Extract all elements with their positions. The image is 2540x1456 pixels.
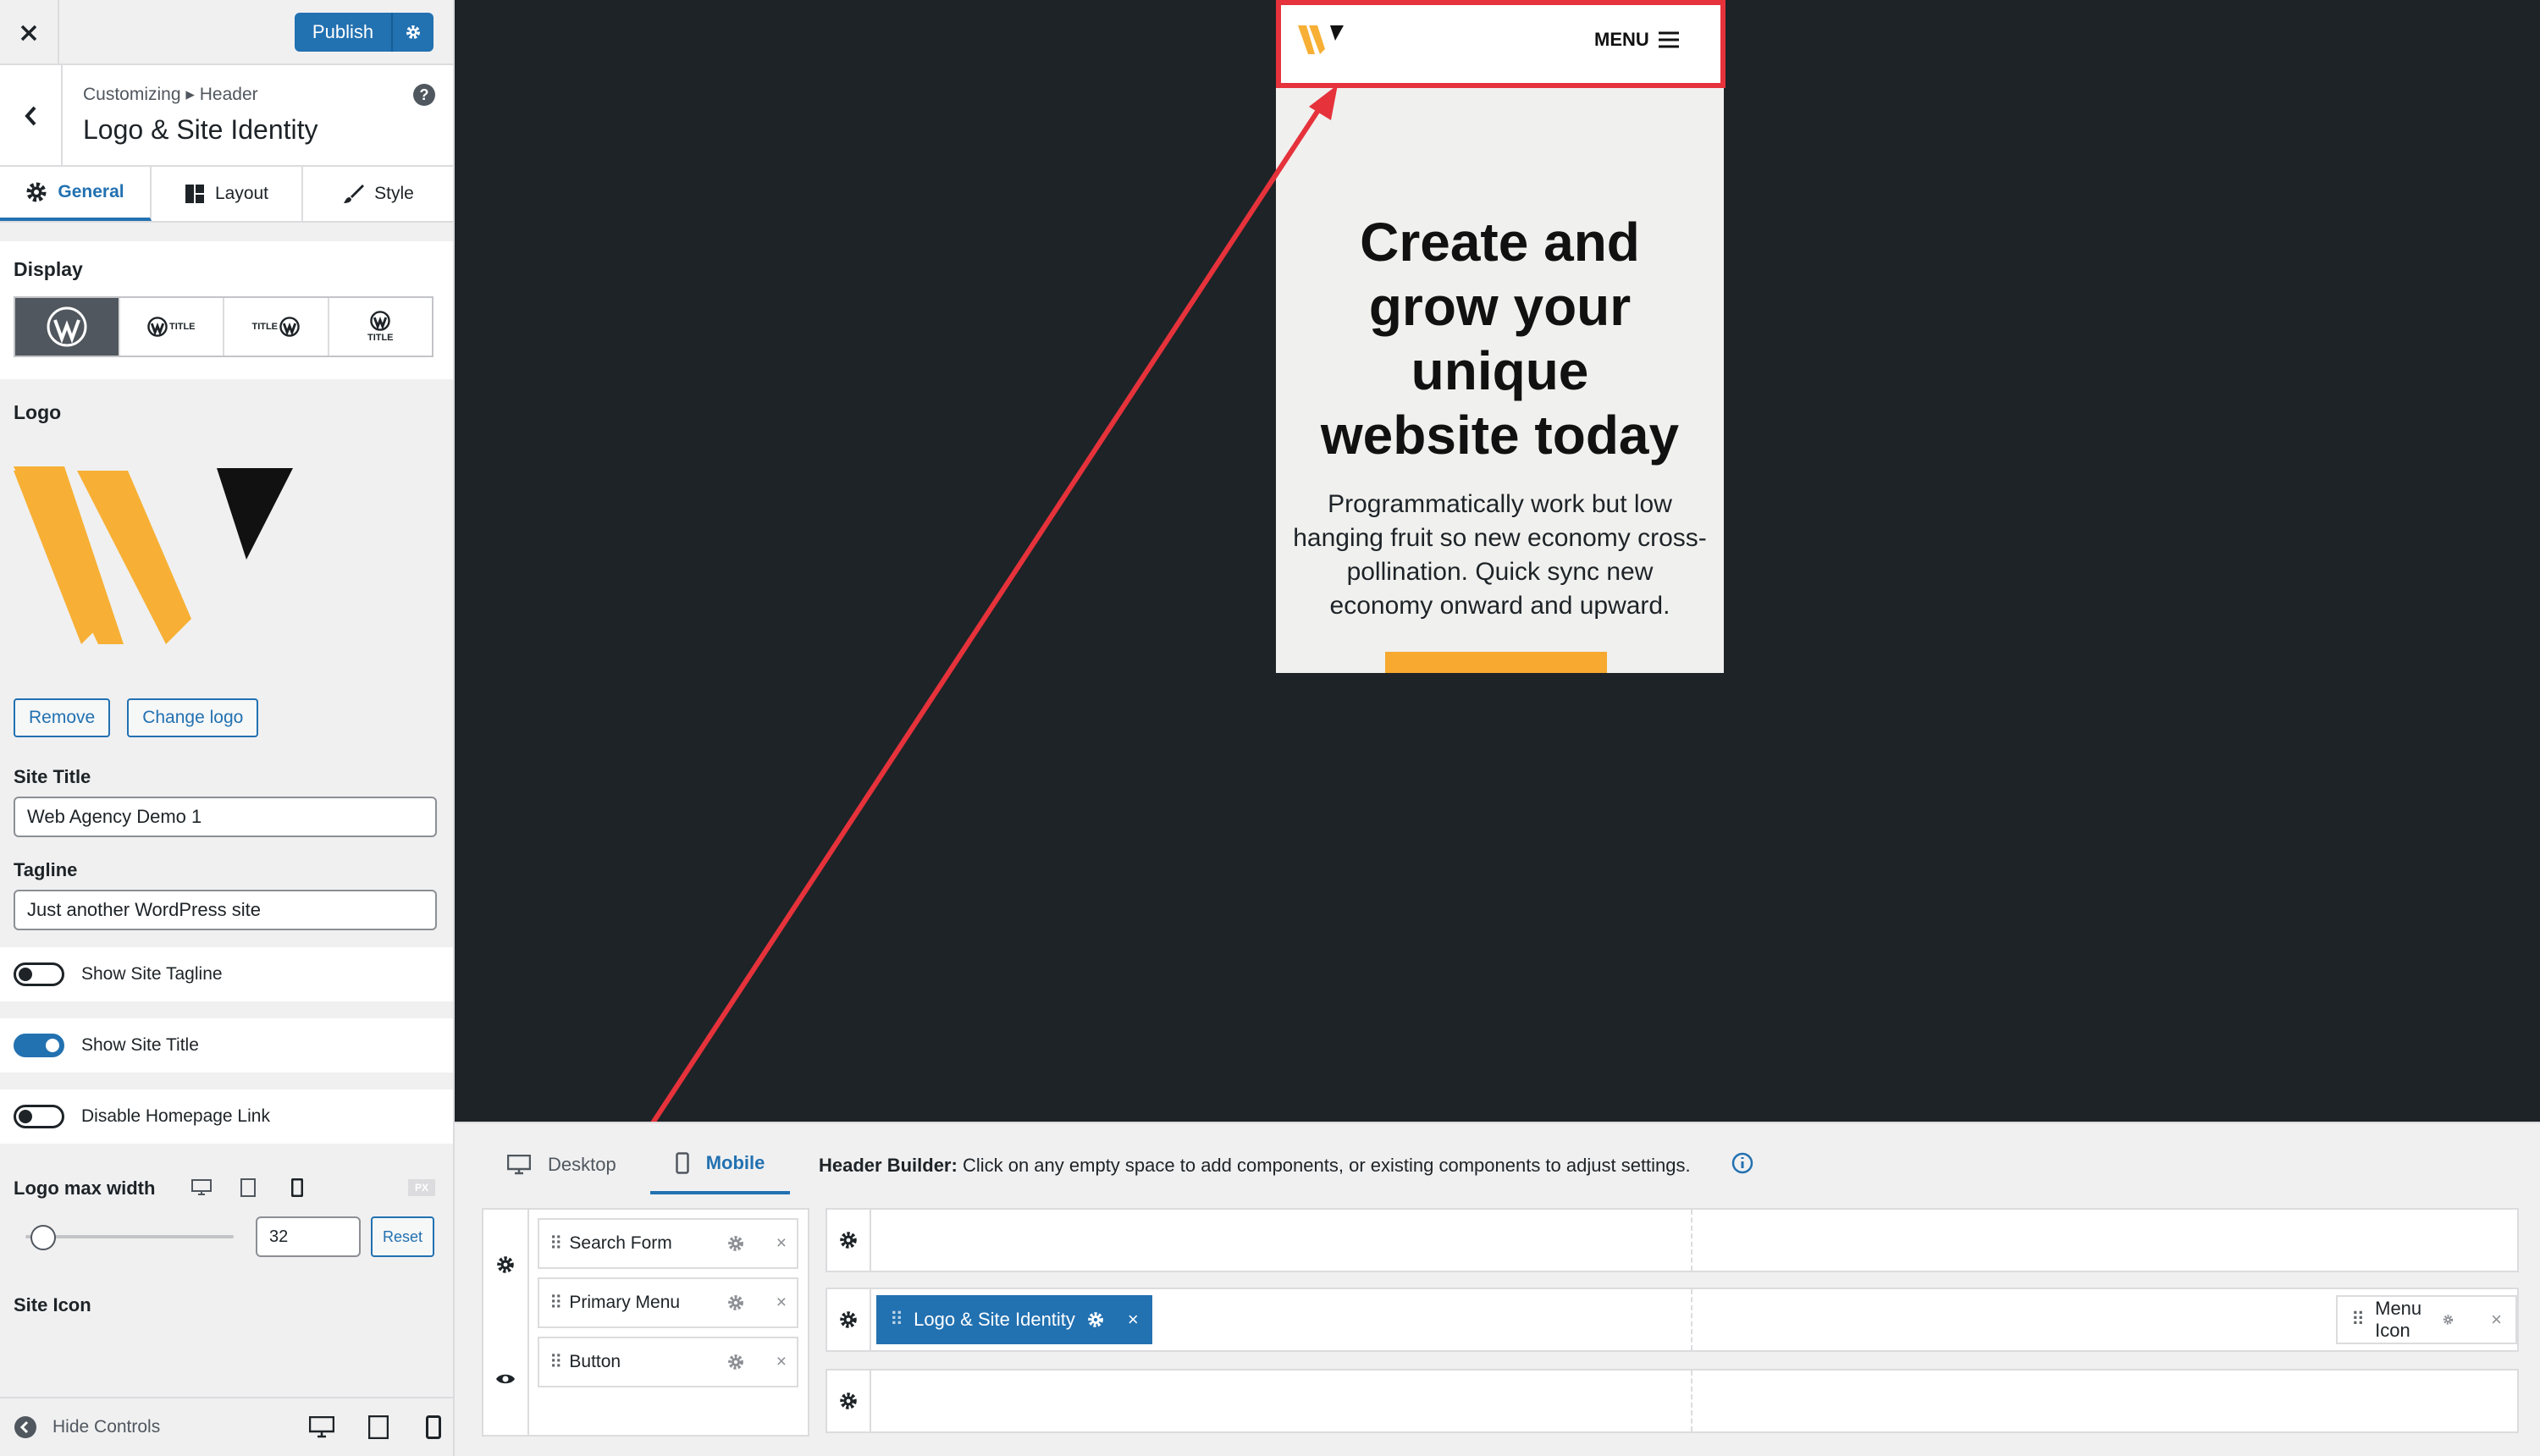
drag-handle-icon[interactable]: ⠿: [549, 1233, 562, 1255]
row-settings-gear-icon[interactable]: [827, 1210, 871, 1271]
header-builder-help-text: Click on any empty space to add componen…: [962, 1155, 1691, 1176]
remove-icon[interactable]: ×: [776, 1233, 787, 1254]
remove-icon[interactable]: ×: [776, 1293, 787, 1313]
component-label: Primary Menu: [569, 1293, 681, 1312]
tab-desktop[interactable]: Desktop: [482, 1135, 642, 1194]
drag-handle-icon[interactable]: ⠿: [890, 1309, 903, 1331]
component-search-form[interactable]: ⠿ Search Form ×: [538, 1218, 798, 1269]
header-builder: Desktop Mobile Header Builder: Click on …: [455, 1122, 2540, 1456]
component-primary-menu[interactable]: ⠿ Primary Menu ×: [538, 1277, 798, 1328]
row-divider: [1691, 1289, 1692, 1350]
drag-handle-icon[interactable]: ⠿: [549, 1352, 562, 1373]
row-settings-gear-icon[interactable]: [827, 1289, 871, 1350]
builder-row-top[interactable]: [826, 1208, 2519, 1272]
row-settings-gear-icon[interactable]: [827, 1371, 871, 1431]
builder-row-bottom[interactable]: [826, 1369, 2519, 1433]
info-icon[interactable]: [1731, 1152, 1753, 1174]
component-gear-icon[interactable]: [727, 1354, 744, 1371]
component-gear-icon[interactable]: [727, 1235, 744, 1252]
tab-mobile-label: Mobile: [705, 1152, 765, 1173]
available-side: [483, 1210, 529, 1435]
placed-logo-label: Logo & Site Identity: [914, 1309, 1075, 1330]
component-button[interactable]: ⠿ Button ×: [538, 1337, 798, 1387]
available-components: ⠿ Search Form × ⠿ Primary Menu × ⠿ Butto…: [482, 1208, 809, 1437]
tab-desktop-label: Desktop: [548, 1154, 616, 1175]
drag-handle-icon[interactable]: ⠿: [2351, 1309, 2365, 1331]
tab-mobile[interactable]: Mobile: [649, 1135, 791, 1194]
drag-handle-icon[interactable]: ⠿: [549, 1293, 562, 1314]
mobile-icon: [675, 1152, 689, 1174]
device-tabs: Desktop Mobile: [482, 1135, 791, 1194]
desktop-icon: [507, 1155, 531, 1175]
settings-gear-icon[interactable]: [496, 1255, 515, 1274]
remove-icon[interactable]: ×: [2491, 1309, 2502, 1331]
row-divider: [1691, 1371, 1692, 1431]
eye-icon[interactable]: [495, 1372, 516, 1386]
placed-menu-icon[interactable]: ⠿ Menu Icon ×: [2336, 1295, 2517, 1344]
row-divider: [1691, 1210, 1692, 1271]
component-gear-icon[interactable]: [727, 1294, 744, 1311]
remove-icon[interactable]: ×: [776, 1352, 787, 1372]
header-builder-info: Header Builder: Click on any empty space…: [819, 1155, 1691, 1177]
placed-logo-site-identity[interactable]: ⠿ Logo & Site Identity ×: [876, 1295, 1152, 1344]
remove-icon[interactable]: ×: [1128, 1309, 1139, 1331]
component-label: Search Form: [569, 1233, 672, 1253]
component-label: Button: [569, 1352, 621, 1371]
component-gear-icon[interactable]: [1087, 1311, 1104, 1328]
header-builder-title: Header Builder:: [819, 1155, 958, 1176]
builder-row-main[interactable]: ⠿ Logo & Site Identity × ⠿ Menu Icon ×: [826, 1288, 2519, 1352]
placed-menu-icon-label: Menu Icon: [2375, 1298, 2422, 1341]
component-gear-icon[interactable]: [2443, 1311, 2454, 1328]
